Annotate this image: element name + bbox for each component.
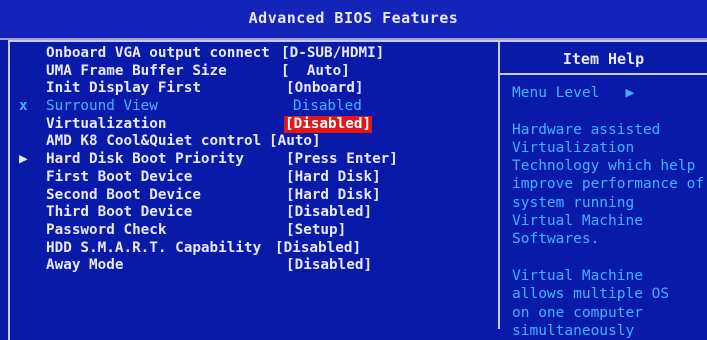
setting-label: HDD S.M.A.R.T. Capability — [46, 239, 262, 256]
setting-row-onboard-vga-output[interactable]: Onboard VGA output connect [D-SUB/HDMI] — [0, 45, 498, 63]
setting-value[interactable]: [Hard Disk] — [286, 169, 381, 187]
screen-title: Advanced BIOS Features — [0, 0, 707, 40]
menu-level-label: Menu Level — [512, 85, 600, 101]
help-line: Virtual Machine — [512, 213, 643, 230]
menu-level-line: Menu Level ▶ — [512, 84, 707, 102]
help-panel-body: Menu Level ▶ Hardware assisted Virtualiz… — [512, 84, 707, 340]
setting-value[interactable]: [D-SUB/HDMI] — [281, 45, 384, 63]
setting-row-away-mode[interactable]: Away Mode [Disabled] — [0, 257, 498, 275]
help-line: improve performance of — [512, 176, 705, 193]
submenu-arrow-icon: ▶ — [19, 151, 28, 168]
help-line: simultaneously — [512, 322, 635, 339]
help-line: Technology which help — [512, 158, 696, 175]
setting-row-third-boot-device[interactable]: Third Boot Device [Disabled] — [0, 204, 498, 222]
help-panel-title: Item Help — [562, 50, 645, 68]
setting-row-second-boot-device[interactable]: Second Boot Device [Hard Disk] — [0, 187, 498, 205]
setting-label: Onboard VGA output connect — [46, 45, 270, 61]
setting-label: Away Mode — [46, 257, 124, 274]
setting-value[interactable]: [Setup] — [286, 222, 346, 240]
setting-value[interactable]: [Onboard] — [286, 80, 363, 98]
setting-row-virtualization[interactable]: Virtualization [Disabled] — [0, 115, 498, 134]
setting-label: Password Check — [46, 221, 167, 238]
setting-label: Surround View — [46, 98, 158, 115]
setting-label: Virtualization — [46, 115, 167, 132]
setting-label: UMA Frame Buffer Size — [46, 62, 227, 79]
setting-label: AMD K8 Cool&Quiet control — [46, 133, 262, 150]
setting-value[interactable]: [Disabled] — [275, 240, 361, 258]
help-line: allows multiple OS — [512, 286, 670, 303]
setting-label: Third Boot Device — [46, 204, 193, 221]
menu-level-arrow-icon: ▶ — [625, 85, 635, 101]
setting-value: Disabled — [293, 98, 362, 115]
setting-label: First Boot Device — [46, 168, 193, 185]
setting-value[interactable]: [Hard Disk] — [286, 187, 381, 205]
setting-label: Hard Disk Boot Priority — [46, 151, 244, 168]
help-line — [512, 102, 707, 120]
setting-value-selected[interactable]: [Disabled] — [284, 115, 373, 134]
setting-row-password-check[interactable]: Password Check [Setup] — [0, 222, 498, 240]
help-line: Virtual Machine — [512, 267, 643, 284]
help-line: on one computer — [512, 304, 643, 321]
help-header-divider — [500, 73, 707, 75]
setting-value[interactable]: [Disabled] — [286, 204, 372, 222]
setting-value[interactable]: [Disabled] — [286, 257, 372, 275]
setting-label: Init Display First — [46, 80, 201, 97]
setting-row-surround-view: x Surround View Disabled — [0, 98, 498, 116]
setting-row-first-boot-device[interactable]: First Boot Device [Hard Disk] — [0, 169, 498, 187]
setting-label: Second Boot Device — [46, 186, 201, 203]
unavailable-marker-icon: x — [19, 98, 28, 115]
setting-row-uma-frame-buffer-size[interactable]: UMA Frame Buffer Size [ Auto] — [0, 63, 498, 81]
setting-value[interactable]: [Press Enter] — [286, 151, 398, 169]
setting-row-init-display-first[interactable]: Init Display First [Onboard] — [0, 80, 498, 98]
setting-value[interactable]: [ Auto] — [281, 63, 350, 81]
settings-list: Onboard VGA output connect [D-SUB/HDMI] … — [0, 45, 498, 275]
setting-row-hard-disk-boot-priority[interactable]: ▶ Hard Disk Boot Priority [Press Enter] — [0, 151, 498, 169]
setting-row-amd-k8-cool-quiet[interactable]: AMD K8 Cool&Quiet control [Auto] — [0, 133, 498, 151]
help-panel-divider — [498, 40, 500, 329]
setting-row-hdd-smart-capability[interactable]: HDD S.M.A.R.T. Capability [Disabled] — [0, 240, 498, 258]
help-line: Softwares. — [512, 231, 600, 248]
help-line: Virtualization — [512, 139, 635, 156]
help-line — [512, 249, 707, 267]
help-line: system running — [512, 194, 635, 211]
setting-value[interactable]: [Auto] — [269, 133, 321, 151]
help-line: Hardware assisted — [512, 121, 661, 138]
